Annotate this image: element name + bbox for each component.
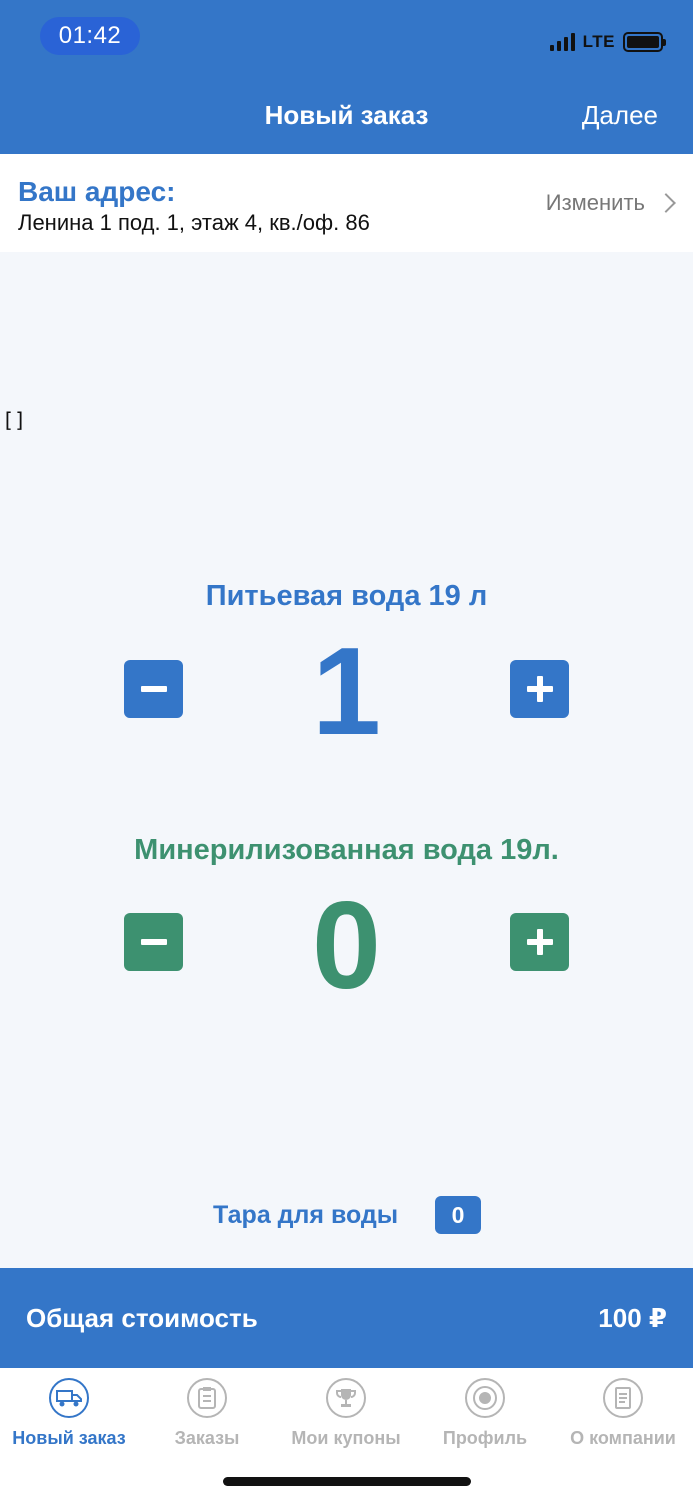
tab-label: Мои купоны [291,1428,401,1448]
plus-icon [526,676,553,702]
plus-icon [526,929,553,955]
tab-bar: Новый заказ Заказы Мои купоны Профиль О … [0,1368,693,1500]
product-title: Минерилизованная вода 19л. [134,834,559,866]
status-time: 01:42 [40,17,140,55]
trophy-icon [326,1378,366,1418]
tab-new-order[interactable]: Новый заказ [0,1378,138,1449]
change-address-button[interactable]: Изменить [545,190,676,216]
next-button[interactable]: Далее [582,100,658,131]
product-title: Питьевая вода 19 л [205,580,488,612]
increase-quantity-button[interactable] [510,660,569,718]
debug-text: [] [2,408,27,432]
increase-quantity-button[interactable] [510,913,569,971]
tab-label: Заказы [174,1428,240,1448]
home-indicator[interactable] [223,1477,471,1486]
address-section: Ваш адрес: Ленина 1 под. 1, этаж 4, кв./… [0,154,693,252]
product-quantity: 1 [312,623,381,761]
status-indicators: LTE [549,30,666,54]
network-type: LTE [582,32,615,51]
profile-emblem-icon [465,1378,505,1418]
total-bar: Общая стоимость 100 ₽ [0,1268,693,1368]
clipboard-icon [187,1378,227,1418]
address-value: Ленина 1 под. 1, этаж 4, кв./оф. 86 [18,210,370,235]
tab-about[interactable]: О компании [554,1378,692,1449]
signal-icon [549,33,575,51]
address-label: Ваш адрес: [18,176,176,207]
tara-label: Тара для воды [213,1201,399,1229]
tab-coupons[interactable]: Мои купоны [277,1378,415,1449]
truck-icon [49,1378,89,1418]
total-label: Общая стоимость [26,1303,258,1333]
tab-label: О компании [570,1428,676,1448]
tab-label: Новый заказ [12,1428,126,1448]
product-quantity: 0 [312,877,381,1015]
document-icon [603,1378,643,1418]
battery-icon [623,32,666,52]
tara-count-badge[interactable]: 0 [435,1196,481,1234]
total-value: 100 ₽ [598,1303,667,1333]
tab-profile[interactable]: Профиль [416,1378,554,1449]
app-header: 01:42 LTE Новый заказ Далее [0,0,693,154]
tab-orders[interactable]: Заказы [138,1378,276,1449]
chevron-right-icon [656,193,676,213]
change-address-label: Изменить [545,190,645,215]
tab-label: Профиль [442,1428,528,1448]
